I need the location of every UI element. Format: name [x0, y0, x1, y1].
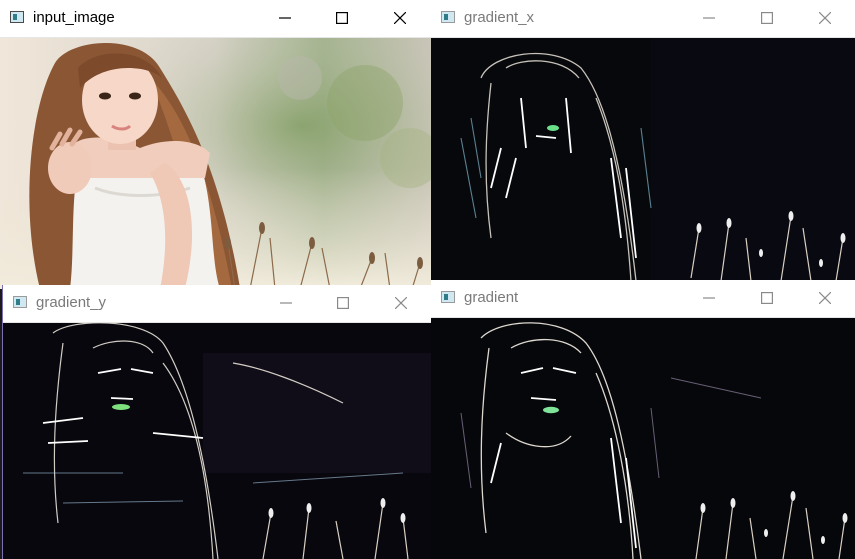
maximize-icon	[337, 297, 349, 309]
close-icon	[819, 12, 831, 24]
title-bar[interactable]: gradient_x	[431, 0, 855, 38]
input-image-window[interactable]: input_image	[0, 0, 432, 289]
close-button[interactable]	[802, 280, 848, 317]
edge-map-combined	[431, 318, 855, 559]
close-icon	[395, 297, 407, 309]
minimize-icon	[280, 302, 292, 304]
window-title: gradient_x	[464, 9, 535, 26]
minimize-button[interactable]	[686, 280, 732, 317]
app-icon	[441, 291, 455, 303]
maximize-icon	[761, 12, 773, 24]
maximize-button[interactable]	[744, 280, 790, 317]
close-button[interactable]	[802, 0, 848, 37]
close-icon	[394, 12, 406, 24]
gradient-image	[431, 318, 855, 559]
window-title: input_image	[33, 9, 115, 26]
title-bar[interactable]: gradient	[431, 280, 855, 318]
input-image	[0, 38, 431, 289]
maximize-button[interactable]	[319, 0, 365, 37]
title-bar[interactable]: input_image	[0, 0, 431, 38]
maximize-button[interactable]	[744, 0, 790, 37]
minimize-icon	[703, 297, 715, 299]
app-icon	[10, 11, 24, 23]
window-title: gradient	[464, 289, 519, 306]
app-icon	[13, 296, 27, 308]
minimize-button[interactable]	[686, 0, 732, 37]
maximize-icon	[761, 292, 773, 304]
gradient-x-image	[431, 38, 855, 281]
close-icon	[819, 292, 831, 304]
minimize-button[interactable]	[263, 285, 309, 322]
gradient-y-window[interactable]: gradient_y	[2, 285, 432, 559]
portrait-photo	[0, 38, 431, 289]
app-icon	[441, 11, 455, 23]
edge-map-x	[431, 38, 855, 281]
minimize-icon	[703, 17, 715, 19]
close-button[interactable]	[377, 0, 423, 37]
gradient-window[interactable]: gradient	[431, 280, 855, 559]
maximize-icon	[336, 12, 348, 24]
close-button[interactable]	[378, 285, 424, 322]
gradient-x-window[interactable]: gradient_x	[431, 0, 855, 281]
minimize-button[interactable]	[262, 0, 308, 37]
gradient-y-image	[3, 323, 432, 559]
edge-map-y	[3, 323, 432, 559]
minimize-icon	[279, 17, 291, 19]
maximize-button[interactable]	[320, 285, 366, 322]
title-bar[interactable]: gradient_y	[3, 285, 432, 323]
window-title: gradient_y	[36, 294, 107, 311]
